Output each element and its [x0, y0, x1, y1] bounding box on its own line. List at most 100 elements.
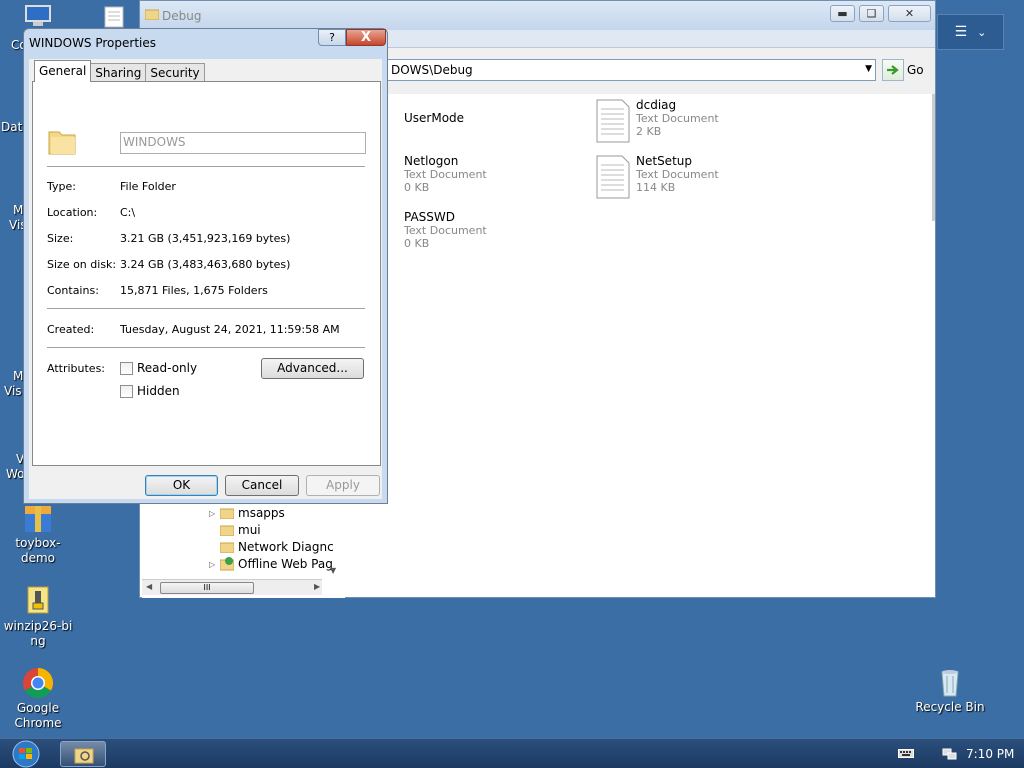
desktop-icon-google-chrome[interactable]: Google Chrome	[0, 667, 76, 731]
address-text: DOWS\Debug	[391, 63, 473, 77]
chevron-down-icon: ⌄	[977, 25, 987, 39]
dialog-body: General Sharing Security WINDOWS Type: F…	[29, 59, 382, 499]
minimize-button[interactable]: ▬	[830, 5, 855, 22]
scroll-down-arrow-icon[interactable]: ▼	[330, 566, 336, 575]
dropdown-arrow-icon[interactable]: ▼	[865, 64, 872, 74]
close-button[interactable]: ✕	[888, 5, 931, 22]
go-button[interactable]	[882, 59, 904, 81]
scrollbar-thumb[interactable]: III	[160, 582, 254, 594]
location-label: Location:	[47, 206, 98, 219]
contains-label: Contains:	[47, 284, 99, 297]
separator	[47, 347, 365, 348]
desktop-icon-m1-label[interactable]: M	[13, 203, 23, 217]
file-type: Text Document	[404, 168, 487, 181]
contains-value: 15,871 Files, 1,675 Folders	[120, 284, 268, 297]
help-button[interactable]: ?	[318, 29, 346, 46]
file-name: Netlogon	[404, 154, 459, 168]
expand-arrow-icon[interactable]: ▷	[209, 560, 215, 569]
keyboard-icon[interactable]	[898, 747, 914, 762]
computer-icon[interactable]	[24, 4, 52, 28]
expand-arrow-icon[interactable]: ▷	[209, 509, 215, 518]
desktop-icon-toybox-demo[interactable]: toybox-demo	[0, 502, 76, 566]
dialog-title: WINDOWS Properties	[29, 36, 157, 50]
close-icon: X	[360, 30, 372, 45]
hidden-checkbox[interactable]: Hidden	[120, 384, 180, 398]
advanced-button[interactable]: Advanced...	[261, 358, 364, 379]
folder-large-icon	[47, 126, 77, 159]
network-icon[interactable]	[942, 747, 958, 764]
type-label: Type:	[47, 180, 76, 193]
maximize-button[interactable]: ❑	[859, 5, 884, 22]
tab-security[interactable]: Security	[145, 63, 205, 82]
tree-item-mui[interactable]: mui	[220, 523, 261, 537]
windows-logo-icon	[12, 740, 40, 768]
size-value: 3.21 GB (3,451,923,169 bytes)	[120, 232, 291, 245]
file-type: Text Document	[636, 112, 719, 125]
chrome-icon	[22, 667, 54, 699]
tree-item-label: Offline Web Pag	[238, 557, 333, 571]
clock[interactable]: 7:10 PM	[966, 747, 1014, 761]
desktop-icon-recycle-bin[interactable]: Recycle Bin	[912, 666, 988, 715]
general-tab-panel: WINDOWS Type: File Folder Location: C:\ …	[32, 81, 381, 466]
file-name: dcdiag	[636, 98, 677, 112]
ok-button[interactable]: OK	[145, 475, 218, 496]
desktop-icon-winzip[interactable]: winzip26-bing	[0, 585, 76, 649]
file-item-dcdiag[interactable]: dcdiag Text Document 2 KB	[596, 99, 719, 143]
folder-name-field[interactable]: WINDOWS	[120, 132, 366, 154]
tree-item-network-diagnostics[interactable]: Network Diagnc	[220, 540, 334, 554]
menu-panel-button[interactable]: ☰ ⌄	[937, 14, 1004, 50]
file-type: Text Document	[404, 224, 487, 237]
tab-general[interactable]: General	[34, 60, 92, 82]
hidden-label: Hidden	[137, 384, 180, 398]
document-icon[interactable]	[103, 6, 125, 28]
readonly-checkbox[interactable]: Read-only	[120, 361, 197, 375]
size-on-disk-value: 3.24 GB (3,483,463,680 bytes)	[120, 258, 291, 271]
tab-sharing[interactable]: Sharing	[90, 63, 147, 82]
start-button[interactable]	[6, 740, 46, 768]
address-input[interactable]: DOWS\Debug ▼	[386, 59, 876, 81]
horizontal-scrollbar[interactable]: ◀ III ▶	[142, 579, 322, 595]
apply-button[interactable]: Apply	[306, 475, 380, 496]
explorer-titlebar[interactable]: Debug ▬ ❑ ✕	[140, 1, 935, 30]
folder-icon	[220, 508, 234, 519]
desktop-icon-label: winzip26-bing	[3, 619, 73, 648]
separator	[47, 308, 365, 309]
desktop-icon-m2-label[interactable]: M	[13, 369, 23, 383]
desktop-icon-label: Google Chrome	[14, 701, 62, 730]
arrow-right-icon	[887, 65, 899, 75]
file-size: 2 KB	[636, 125, 662, 138]
desktop-icon-label: Recycle Bin	[915, 700, 985, 714]
dialog-close-button[interactable]: X	[346, 29, 386, 46]
folder-icon	[220, 542, 234, 553]
desktop-icon-vis2-label[interactable]: Vis	[4, 384, 22, 398]
file-item-netlogon[interactable]: Netlogon Text Document 0 KB	[404, 154, 487, 195]
file-item-usermode[interactable]: UserMode	[404, 112, 464, 125]
tree-item-offline-web-pages[interactable]: Offline Web Pag	[220, 557, 333, 571]
desktop-icon-wo-label[interactable]: Wo	[6, 467, 25, 481]
tree-item-msapps[interactable]: msapps	[220, 506, 285, 520]
cancel-button[interactable]: Cancel	[225, 475, 299, 496]
text-document-icon	[596, 155, 630, 199]
file-size: 0 KB	[404, 237, 430, 250]
checkbox-box[interactable]	[120, 384, 133, 398]
file-item-netsetup[interactable]: NetSetup Text Document 114 KB	[596, 155, 719, 199]
created-label: Created:	[47, 323, 95, 336]
tree-item-label: msapps	[238, 506, 285, 520]
minimize-icon: ▬	[837, 7, 848, 20]
folder-icon	[74, 748, 94, 764]
close-icon: ✕	[904, 7, 915, 20]
taskbar-explorer-button[interactable]	[60, 741, 106, 767]
file-name: NetSetup	[636, 154, 692, 168]
text-document-icon	[596, 99, 630, 143]
file-item-passwd[interactable]: PASSWD Text Document 0 KB	[404, 210, 487, 251]
scroll-right-arrow-icon[interactable]: ▶	[314, 582, 320, 591]
properties-dialog: WINDOWS Properties ? X General Sharing S…	[23, 28, 388, 504]
vertical-scrollbar[interactable]	[932, 94, 935, 221]
scroll-left-arrow-icon[interactable]: ◀	[146, 582, 152, 591]
menu-icon: ☰	[954, 24, 968, 40]
file-name: UserMode	[404, 111, 465, 125]
file-name: PASSWD	[404, 210, 456, 224]
go-label[interactable]: Go	[907, 63, 924, 77]
readonly-label: Read-only	[137, 361, 198, 375]
checkbox-box[interactable]	[120, 361, 133, 375]
